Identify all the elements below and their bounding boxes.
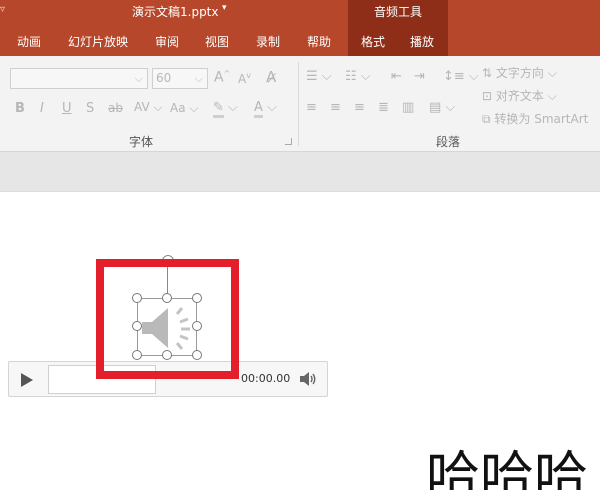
underline-button[interactable]: U	[62, 101, 72, 116]
convert-smartart-button[interactable]: ⧉ 转换为 SmartArt	[482, 110, 588, 127]
align-text-icon: ⊡	[482, 89, 496, 103]
tab-slideshow[interactable]: 幻灯片放映	[68, 33, 128, 50]
paragraph-group-label: 段落	[436, 135, 461, 149]
align-center-button[interactable]: ≡	[330, 100, 341, 115]
chevron-down-icon: ⌵	[194, 72, 203, 85]
tab-record[interactable]: 录制	[256, 33, 280, 50]
tab-animations[interactable]: 动画	[17, 33, 41, 50]
align-left-button[interactable]: ≡	[306, 100, 317, 115]
title-bar: ▿ 演示文稿1.pptx ▾	[0, 0, 600, 28]
group-separator	[298, 62, 299, 146]
highlight-color-button[interactable]: ✎ ⌵	[213, 100, 238, 118]
clear-formatting-button[interactable]: A̷	[266, 68, 276, 86]
change-case-button[interactable]: Aa ⌵	[170, 101, 198, 116]
align-text-button[interactable]: ⊡ 对齐文本 ⌵	[482, 87, 557, 104]
smartart-icon: ⧉	[482, 112, 495, 126]
ribbon-bottom-strip	[0, 152, 600, 192]
font-size-combo[interactable]: 60 ⌵	[152, 68, 208, 89]
annotation-highlight-box	[96, 259, 239, 379]
tab-format[interactable]: 格式	[361, 33, 385, 50]
font-size-value: 60	[156, 71, 172, 85]
audio-tools-label: 音频工具	[373, 5, 422, 19]
grow-font-button[interactable]: A^	[214, 69, 230, 86]
increase-indent-button[interactable]: ⇥	[414, 69, 425, 84]
highlighter-icon: ✎	[213, 100, 224, 118]
strikethrough-button[interactable]: ab	[108, 101, 123, 115]
columns-button[interactable]: ▤ ⌵	[429, 100, 455, 115]
chevron-down-icon: ⌵	[134, 72, 143, 85]
tab-view[interactable]: 视图	[205, 33, 229, 50]
character-spacing-button[interactable]: AV ⌵	[134, 100, 163, 115]
tab-playback[interactable]: 播放	[410, 33, 434, 50]
align-right-button[interactable]: ≡	[354, 100, 365, 115]
document-title: 演示文稿1.pptx	[132, 5, 219, 19]
tab-review[interactable]: 审阅	[155, 33, 179, 50]
italic-button[interactable]: I	[40, 101, 44, 116]
play-icon[interactable]	[21, 373, 33, 387]
font-color-button[interactable]: A ⌵	[254, 100, 277, 118]
font-name-combo[interactable]: ⌵	[10, 68, 148, 89]
tab-help[interactable]: 帮助	[307, 33, 331, 50]
font-group-label: 字体	[129, 135, 154, 149]
slide-body-text[interactable]: 哈哈哈	[426, 432, 588, 490]
text-direction-icon: ⇅	[482, 66, 496, 80]
bold-button[interactable]: B	[15, 101, 25, 116]
distributed-button[interactable]: ▥	[402, 100, 414, 115]
justify-button[interactable]: ≣	[378, 100, 389, 115]
text-shadow-button[interactable]: S	[86, 101, 94, 116]
bullets-button[interactable]: ☰ ⌵	[306, 69, 332, 84]
decrease-indent-button[interactable]: ⇤	[391, 69, 402, 84]
quick-access-toolbar-arrow[interactable]: ▿	[0, 4, 5, 15]
playback-time: 00:00.00	[241, 372, 291, 385]
font-dialog-launcher[interactable]	[285, 138, 292, 145]
text-direction-button[interactable]: ⇅ 文字方向 ⌵	[482, 64, 557, 81]
volume-icon[interactable]	[297, 369, 319, 389]
title-dropdown-icon[interactable]: ▾	[222, 3, 227, 13]
numbering-button[interactable]: ☷ ⌵	[345, 69, 371, 84]
shrink-font-button[interactable]: Av	[238, 71, 251, 86]
line-spacing-button[interactable]: ↕≡ ⌵	[443, 69, 479, 84]
